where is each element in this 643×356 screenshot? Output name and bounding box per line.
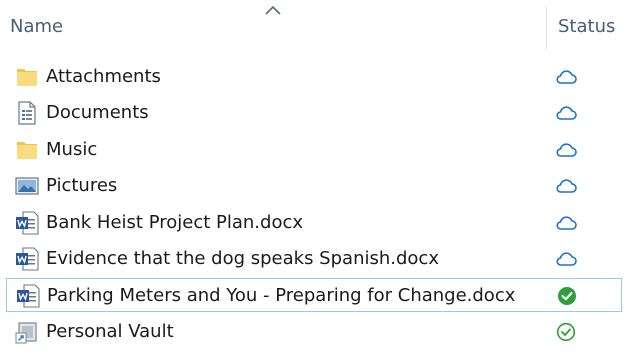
column-divider[interactable] (546, 6, 547, 50)
item-name: Bank Heist Project Plan.docx (46, 212, 304, 233)
list-item[interactable]: Evidence that the dog speaks Spanish.doc… (6, 242, 622, 276)
column-header: Name Status (0, 0, 643, 50)
item-name: Parking Meters and You - Preparing for C… (47, 285, 516, 306)
list-item[interactable]: Music (6, 133, 622, 167)
item-name: Documents (46, 102, 149, 123)
list-item-selected[interactable]: Parking Meters and You - Preparing for C… (6, 278, 622, 312)
cloud-icon (556, 106, 577, 120)
list-item[interactable]: Documents (6, 96, 622, 130)
cloud-icon (556, 252, 577, 266)
item-name: Personal Vault (46, 321, 174, 342)
status-column-header[interactable]: Status (558, 16, 615, 37)
filled-check-icon (558, 287, 576, 305)
item-name: Evidence that the dog speaks Spanish.doc… (46, 248, 439, 269)
cloud-icon (556, 143, 577, 157)
word-document-icon (16, 211, 39, 235)
list-item[interactable]: Personal Vault (6, 315, 622, 349)
item-name: Pictures (46, 175, 118, 196)
list-item[interactable]: Pictures (6, 169, 622, 203)
name-column-header[interactable]: Name (10, 16, 63, 37)
folder-icon (17, 142, 37, 159)
pictures-library-icon (15, 177, 39, 195)
item-name: Music (46, 139, 98, 160)
item-name: Attachments (46, 66, 161, 87)
cloud-icon (556, 216, 577, 230)
folder-icon (17, 69, 37, 86)
cloud-icon (556, 179, 577, 193)
list-item[interactable]: Bank Heist Project Plan.docx (6, 206, 622, 240)
word-document-icon (16, 247, 39, 271)
documents-library-icon (18, 101, 36, 125)
cloud-icon (556, 70, 577, 84)
outline-check-icon (556, 322, 576, 342)
vault-shortcut-icon (15, 322, 37, 344)
word-document-icon (17, 284, 40, 308)
sort-ascending-caret-icon[interactable] (264, 4, 282, 16)
list-item[interactable]: Attachments (6, 60, 622, 94)
